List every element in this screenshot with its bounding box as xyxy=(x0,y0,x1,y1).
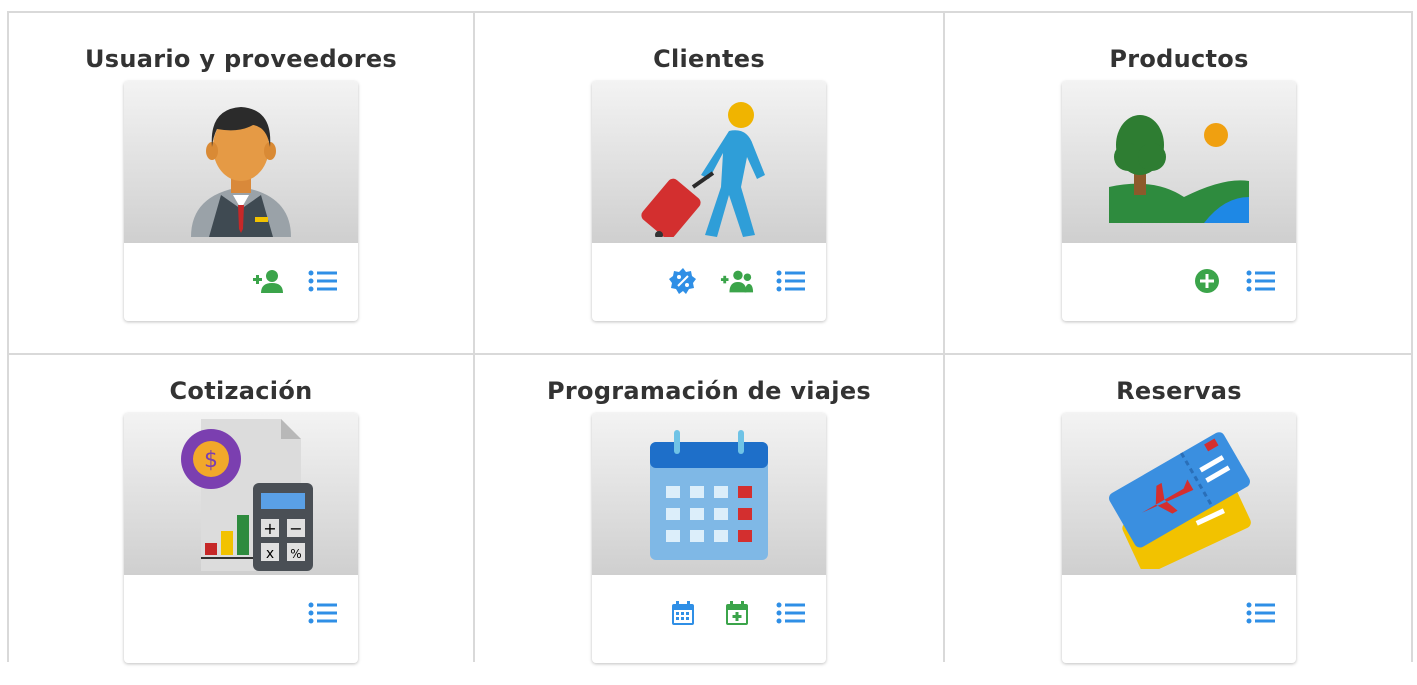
list-icon[interactable] xyxy=(774,266,808,296)
business-man-icon xyxy=(124,81,358,243)
landscape-icon xyxy=(1062,81,1296,243)
module-actions xyxy=(666,598,808,628)
module-actions xyxy=(1244,598,1278,628)
module-title: Reservas xyxy=(1116,377,1242,405)
module-title: Clientes xyxy=(653,45,765,73)
module-productos: Productos xyxy=(945,13,1413,353)
module-actions xyxy=(666,266,808,296)
module-card[interactable] xyxy=(592,81,826,321)
svg-text:$: $ xyxy=(204,448,218,473)
svg-text:x: x xyxy=(266,546,274,562)
module-programacion: Programación de viajes xyxy=(475,345,943,685)
list-icon[interactable] xyxy=(1244,266,1278,296)
module-card[interactable]: $ + − x % xyxy=(124,413,358,663)
module-card[interactable] xyxy=(1062,413,1296,663)
module-actions xyxy=(1190,266,1278,296)
module-title: Productos xyxy=(1109,45,1249,73)
module-card[interactable] xyxy=(124,81,358,321)
module-title: Cotización xyxy=(169,377,313,405)
module-card[interactable] xyxy=(592,413,826,663)
list-icon[interactable] xyxy=(774,598,808,628)
discount-badge-icon[interactable] xyxy=(666,266,700,296)
module-actions xyxy=(252,266,340,296)
module-clientes: Clientes xyxy=(475,13,943,353)
quote-calculator-icon: $ + − x % xyxy=(124,413,358,575)
module-actions xyxy=(306,598,340,628)
list-icon[interactable] xyxy=(1244,598,1278,628)
module-title: Programación de viajes xyxy=(547,377,871,405)
add-group-icon[interactable] xyxy=(720,266,754,296)
module-reservas: Reservas xyxy=(945,345,1413,685)
list-icon[interactable] xyxy=(306,266,340,296)
plus-circle-icon[interactable] xyxy=(1190,266,1224,296)
flight-tickets-icon xyxy=(1062,413,1296,575)
module-card[interactable] xyxy=(1062,81,1296,321)
module-title: Usuario y proveedores xyxy=(84,45,398,73)
traveler-luggage-icon xyxy=(592,81,826,243)
svg-text:−: − xyxy=(289,519,302,538)
calendar-add-icon[interactable] xyxy=(720,598,754,628)
calendar-icon xyxy=(592,413,826,575)
svg-text:%: % xyxy=(290,547,301,561)
module-usuarios: Usuario y proveedores xyxy=(7,13,475,353)
add-user-icon[interactable] xyxy=(252,266,286,296)
svg-text:+: + xyxy=(263,519,276,538)
module-cotizacion: Cotización $ + − x % xyxy=(7,345,475,685)
calendar-view-icon[interactable] xyxy=(666,598,700,628)
list-icon[interactable] xyxy=(306,598,340,628)
